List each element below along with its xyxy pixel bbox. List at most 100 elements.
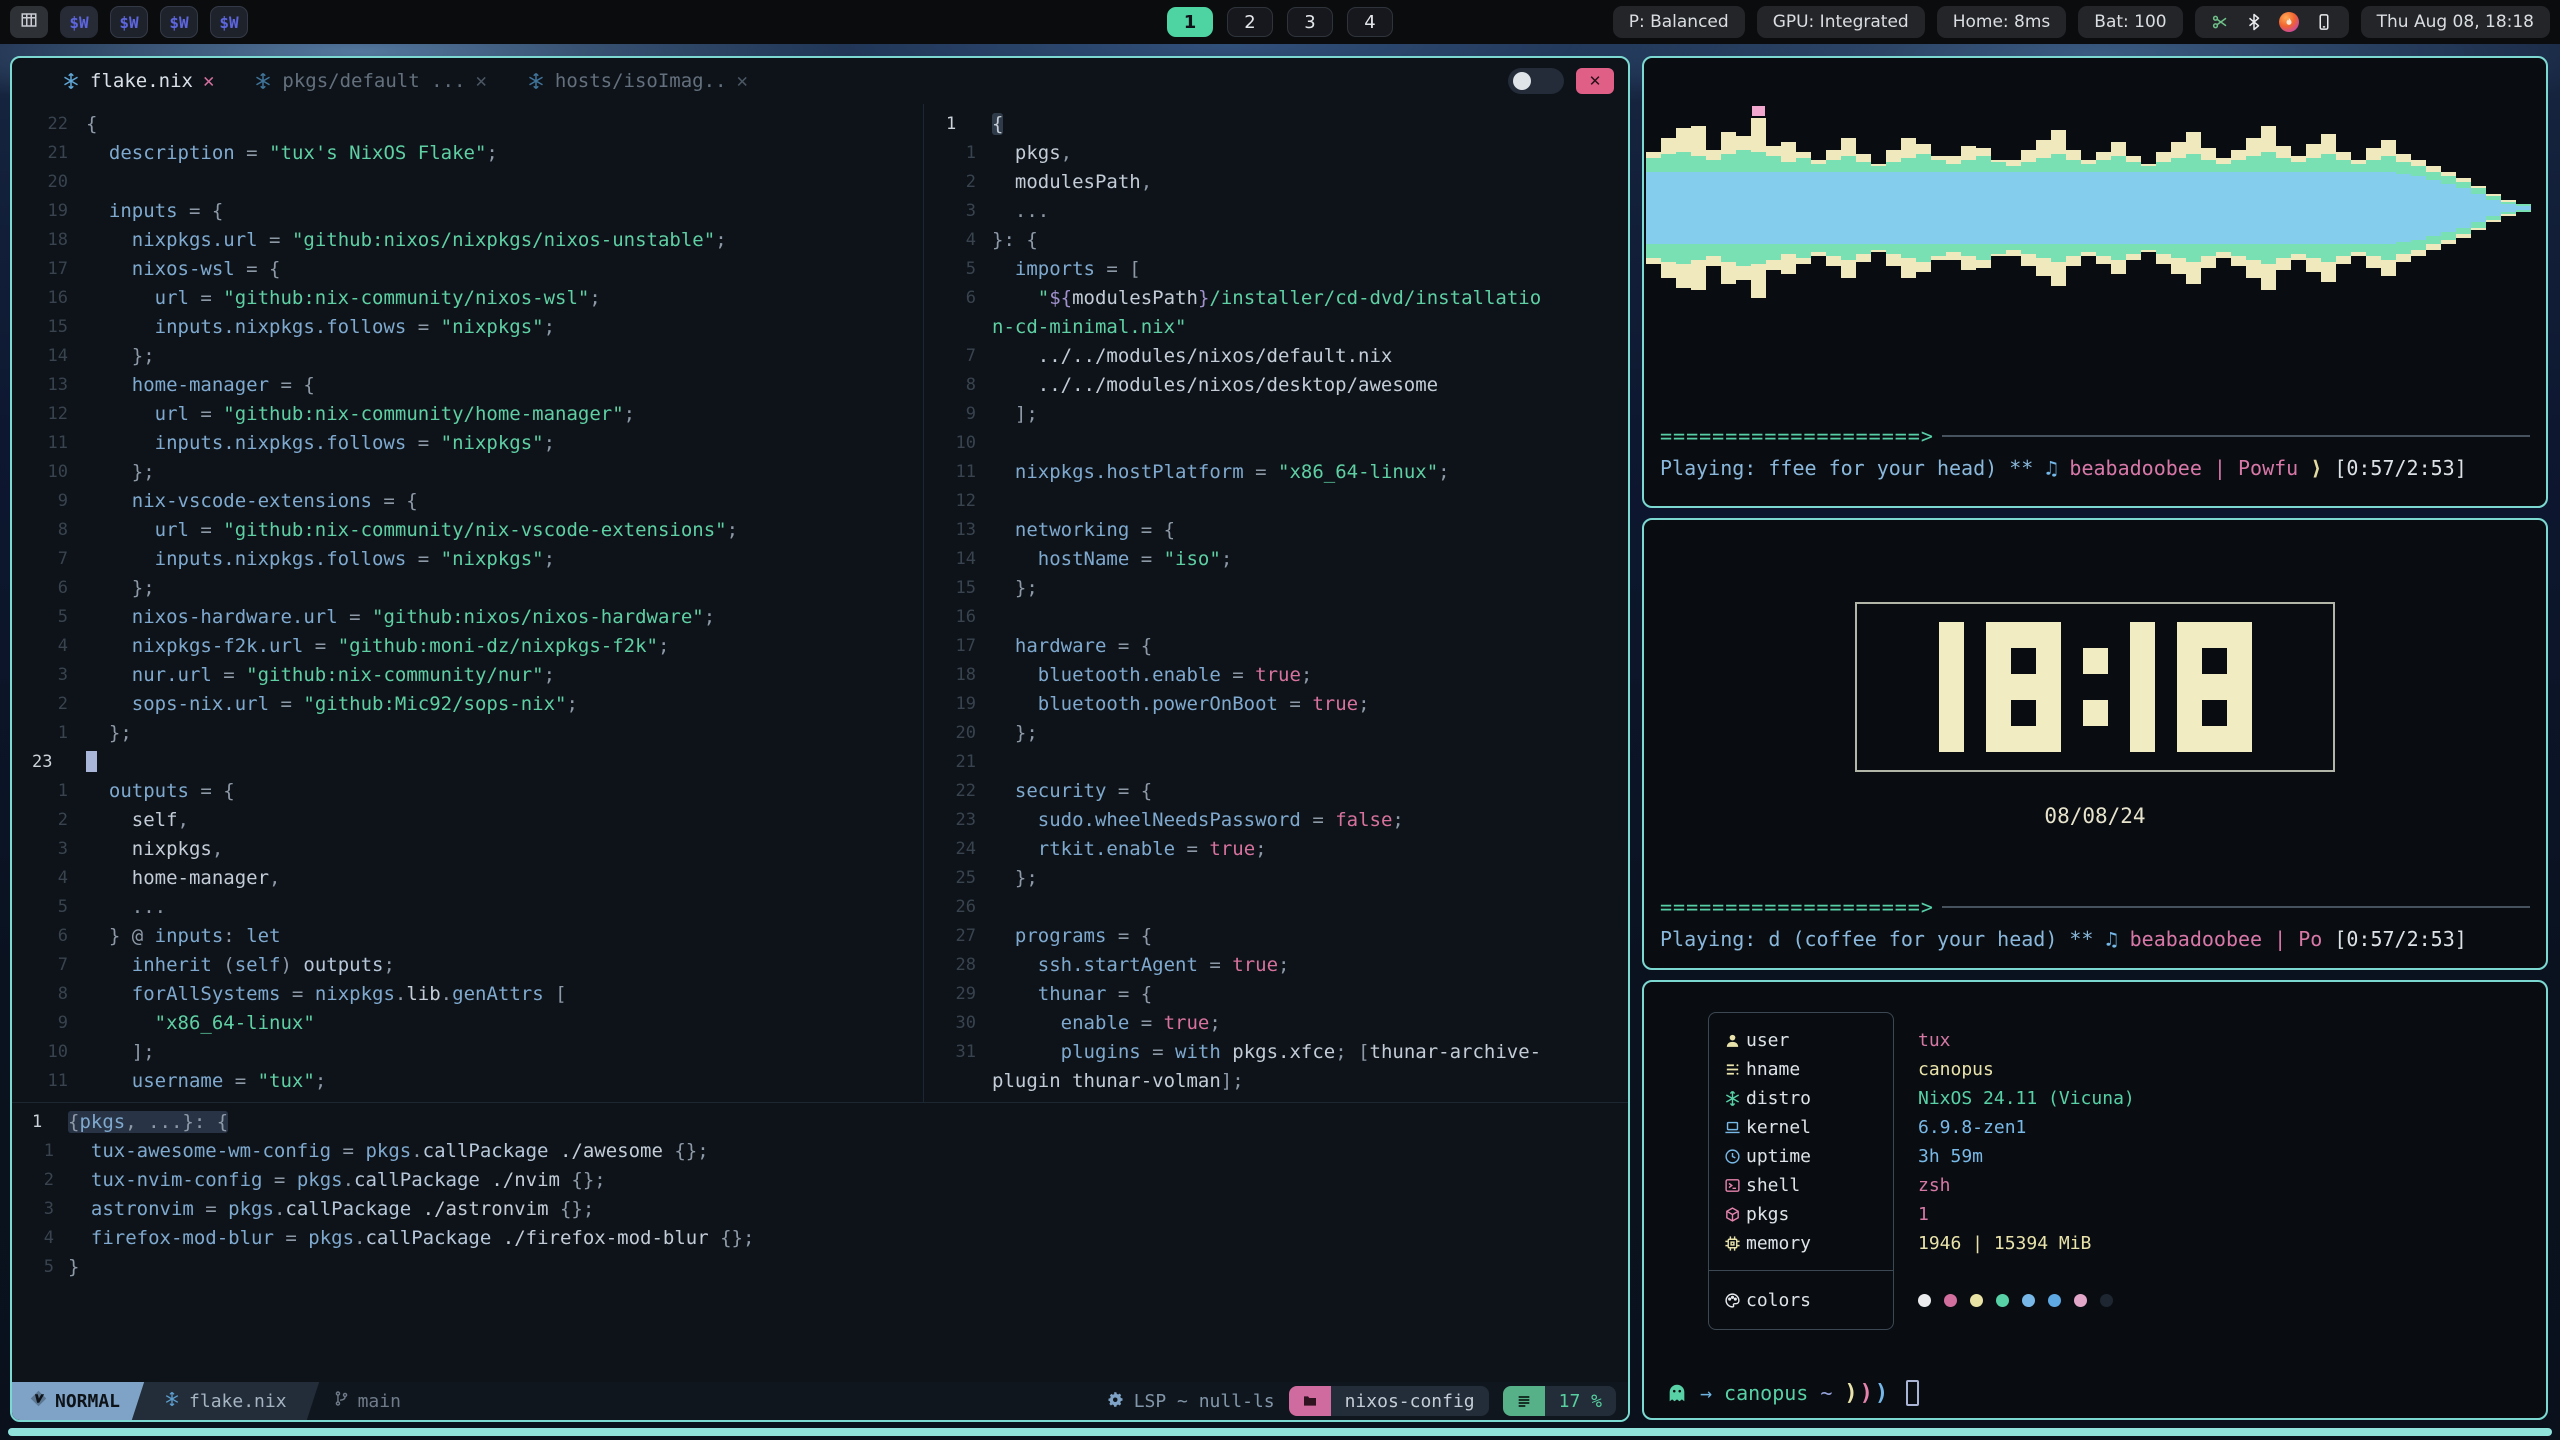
code-line[interactable]: 13 home-manager = {	[22, 371, 920, 400]
code-line[interactable]: 17 hardware = {	[936, 632, 1628, 661]
code-line[interactable]: 6 };	[22, 574, 920, 603]
code-line[interactable]: 12	[936, 487, 1628, 516]
code-line[interactable]: 4 firefox-mod-blur = pkgs.callPackage ./…	[22, 1224, 1622, 1253]
code-line[interactable]: 10 };	[22, 458, 920, 487]
code-line[interactable]: 18 nixpkgs.url = "github:nixos/nixpkgs/n…	[22, 226, 920, 255]
code-line[interactable]: 11 nixpkgs.hostPlatform = "x86_64-linux"…	[936, 458, 1628, 487]
visibility-toggle[interactable]	[1508, 68, 1564, 94]
code-line[interactable]: 13 networking = {	[936, 516, 1628, 545]
code-line[interactable]: 1 tux-awesome-wm-config = pkgs.callPacka…	[22, 1137, 1622, 1166]
tag-1[interactable]: 1	[1167, 7, 1213, 37]
code-text: n-cd-minimal.nix"	[992, 313, 1186, 342]
code-line[interactable]: 29 thunar = {	[936, 980, 1628, 1009]
code-line[interactable]: 2 tux-nvim-config = pkgs.callPackage ./n…	[22, 1166, 1622, 1195]
code-line[interactable]: 31 plugins = with pkgs.xfce; [thunar-arc…	[936, 1038, 1628, 1067]
code-line[interactable]: 9 "x86_64-linux"	[22, 1009, 920, 1038]
code-line[interactable]: 20	[22, 168, 920, 197]
code-line[interactable]: 9 nix-vscode-extensions = {	[22, 487, 920, 516]
code-line[interactable]: 5 nixos-hardware.url = "github:nixos/nix…	[22, 603, 920, 632]
tab-close-icon[interactable]: ✕	[736, 70, 747, 92]
clock-pill[interactable]: Thu Aug 08, 18:18	[2361, 6, 2550, 38]
code-line[interactable]: 14 };	[22, 342, 920, 371]
code-line[interactable]: plugin thunar-volman];	[936, 1067, 1628, 1096]
code-line[interactable]: 25 };	[936, 864, 1628, 893]
code-line[interactable]: 21 description = "tux's NixOS Flake";	[22, 139, 920, 168]
code-line[interactable]: 16 url = "github:nix-community/nixos-wsl…	[22, 284, 920, 313]
tag-3[interactable]: 3	[1287, 7, 1333, 37]
editor-tab[interactable]: hosts/isoImag..✕	[527, 70, 748, 92]
code-line[interactable]: 8 ../../modules/nixos/desktop/awesome	[936, 371, 1628, 400]
code-line[interactable]: 1{	[936, 110, 1628, 139]
code-line[interactable]: 1{pkgs, ...}: {	[22, 1108, 1622, 1137]
code-line[interactable]: 28 ssh.startAgent = true;	[936, 951, 1628, 980]
code-line[interactable]: 1 };	[22, 719, 920, 748]
code-line[interactable]: 2 sops-nix.url = "github:Mic92/sops-nix"…	[22, 690, 920, 719]
code-line[interactable]: 7 inputs.nixpkgs.follows = "nixpkgs";	[22, 545, 920, 574]
workspace-button[interactable]: $W	[110, 6, 148, 38]
code-line[interactable]: 8 url = "github:nix-community/nix-vscode…	[22, 516, 920, 545]
code-line[interactable]: 11 inputs.nixpkgs.follows = "nixpkgs";	[22, 429, 920, 458]
workspace-button[interactable]: $W	[210, 6, 248, 38]
vertical-split-separator[interactable]	[923, 104, 924, 1102]
window-close-button[interactable]: ✕	[1576, 68, 1614, 94]
code-line[interactable]: 5}	[22, 1253, 1622, 1282]
code-line[interactable]: n-cd-minimal.nix"	[936, 313, 1628, 342]
code-line[interactable]: 11 username = "tux";	[22, 1067, 920, 1096]
tag-2[interactable]: 2	[1227, 7, 1273, 37]
code-line[interactable]: 21	[936, 748, 1628, 777]
code-line[interactable]: 16	[936, 603, 1628, 632]
code-line[interactable]: 6 "${modulesPath}/installer/cd-dvd/insta…	[936, 284, 1628, 313]
workspace-button[interactable]: $W	[160, 6, 198, 38]
phone-icon[interactable]	[2315, 13, 2333, 31]
launcher-button[interactable]	[10, 6, 48, 38]
code-line[interactable]: 7 ../../modules/nixos/default.nix	[936, 342, 1628, 371]
code-line[interactable]: 20 };	[936, 719, 1628, 748]
code-line[interactable]: 18 bluetooth.enable = true;	[936, 661, 1628, 690]
code-line[interactable]: 22{	[22, 110, 920, 139]
code-line[interactable]: 30 enable = true;	[936, 1009, 1628, 1038]
code-line[interactable]: 17 nixos-wsl = {	[22, 255, 920, 284]
code-line[interactable]: 23 sudo.wheelNeedsPassword = false;	[936, 806, 1628, 835]
code-line[interactable]: 2 self,	[22, 806, 920, 835]
editor-tab[interactable]: pkgs/default ...✕	[254, 70, 486, 92]
code-line[interactable]: 7 inherit (self) outputs;	[22, 951, 920, 980]
code-line[interactable]: 15 };	[936, 574, 1628, 603]
code-line[interactable]: 15 inputs.nixpkgs.follows = "nixpkgs";	[22, 313, 920, 342]
code-line[interactable]: 8 forAllSystems = nixpkgs.lib.genAttrs [	[22, 980, 920, 1009]
code-line[interactable]: 27 programs = {	[936, 922, 1628, 951]
code-line[interactable]: 5 ...	[22, 893, 920, 922]
code-line[interactable]: 14 hostName = "iso";	[936, 545, 1628, 574]
code-line[interactable]: 9 ];	[936, 400, 1628, 429]
code-line[interactable]: 2 modulesPath,	[936, 168, 1628, 197]
code-line[interactable]: 19 bluetooth.powerOnBoot = true;	[936, 690, 1628, 719]
code-line[interactable]: 3 ...	[936, 197, 1628, 226]
tab-close-icon[interactable]: ✕	[475, 70, 486, 92]
code-line[interactable]: 1 pkgs,	[936, 139, 1628, 168]
code-line[interactable]: 4 nixpkgs-f2k.url = "github:moni-dz/nixp…	[22, 632, 920, 661]
shell-prompt[interactable]: → canopus ~ )))	[1666, 1380, 1919, 1406]
tab-close-icon[interactable]: ✕	[203, 70, 214, 92]
code-line[interactable]: 5 imports = [	[936, 255, 1628, 284]
code-line[interactable]: 4 home-manager,	[22, 864, 920, 893]
code-line[interactable]: 10	[936, 429, 1628, 458]
code-line[interactable]: 3 nixpkgs,	[22, 835, 920, 864]
code-line[interactable]: 22 security = {	[936, 777, 1628, 806]
tag-4[interactable]: 4	[1347, 7, 1393, 37]
code-line[interactable]: 23	[22, 748, 920, 777]
code-line[interactable]: 4}: {	[936, 226, 1628, 255]
code-line[interactable]: 3 nur.url = "github:nix-community/nur";	[22, 661, 920, 690]
code-line[interactable]: 26	[936, 893, 1628, 922]
code-line[interactable]: 24 rtkit.enable = true;	[936, 835, 1628, 864]
code-line[interactable]: 19 inputs = {	[22, 197, 920, 226]
code-line[interactable]: 6 } @ inputs: let	[22, 922, 920, 951]
code-line[interactable]: 3 astronvim = pkgs.callPackage ./astronv…	[22, 1195, 1622, 1224]
code-line[interactable]: 1 outputs = {	[22, 777, 920, 806]
fire-icon[interactable]	[2279, 12, 2299, 32]
bluetooth-icon[interactable]	[2245, 13, 2263, 31]
code-line[interactable]: 12 url = "github:nix-community/home-mana…	[22, 400, 920, 429]
workspace-button[interactable]: $W	[60, 6, 98, 38]
scissors-icon[interactable]	[2211, 13, 2229, 31]
code-line[interactable]: 10 ];	[22, 1038, 920, 1067]
editor-tab[interactable]: flake.nix✕	[62, 70, 214, 92]
horizontal-split-separator[interactable]	[12, 1102, 1628, 1103]
